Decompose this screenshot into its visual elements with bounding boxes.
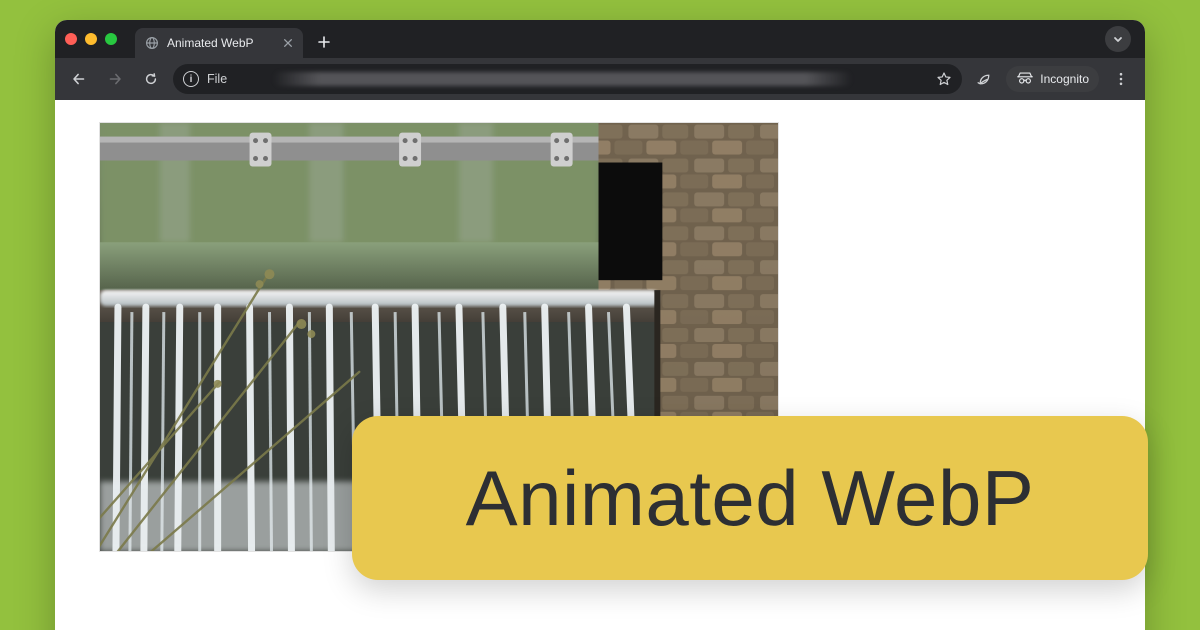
address-bar[interactable]: i File <box>173 64 962 94</box>
bookmark-star-icon[interactable] <box>936 71 952 87</box>
tab-strip: Animated WebP <box>55 20 1145 58</box>
incognito-label: Incognito <box>1040 72 1089 86</box>
close-window-button[interactable] <box>65 33 77 45</box>
browser-tab[interactable]: Animated WebP <box>135 28 303 58</box>
leaf-icon[interactable] <box>970 65 998 93</box>
globe-icon <box>145 36 159 50</box>
browser-toolbar: i File Incognito <box>55 58 1145 100</box>
reload-button[interactable] <box>137 65 165 93</box>
url-obscured <box>273 72 852 86</box>
back-button[interactable] <box>65 65 93 93</box>
close-tab-icon[interactable] <box>283 38 293 48</box>
url-scheme-label: File <box>207 72 227 86</box>
kebab-menu-icon[interactable] <box>1107 65 1135 93</box>
overlay-badge: Animated WebP <box>352 416 1148 580</box>
incognito-indicator[interactable]: Incognito <box>1006 66 1099 92</box>
minimize-window-button[interactable] <box>85 33 97 45</box>
incognito-icon <box>1016 71 1034 88</box>
overlay-badge-text: Animated WebP <box>466 453 1035 544</box>
maximize-window-button[interactable] <box>105 33 117 45</box>
window-controls <box>65 33 117 45</box>
tabs-overflow-button[interactable] <box>1105 26 1131 52</box>
site-info-icon[interactable]: i <box>183 71 199 87</box>
forward-button[interactable] <box>101 65 129 93</box>
tab-title: Animated WebP <box>167 36 254 50</box>
new-tab-button[interactable] <box>311 29 337 55</box>
